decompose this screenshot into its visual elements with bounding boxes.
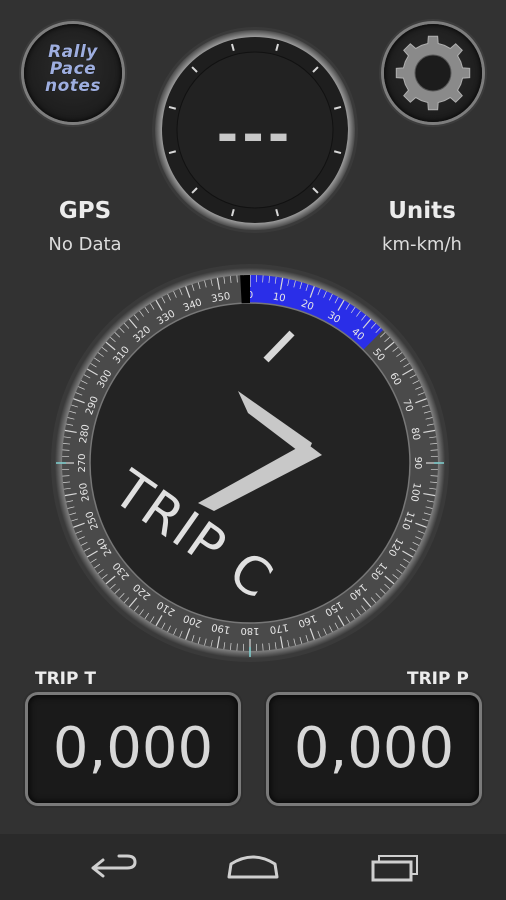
degree-label: 80 (408, 427, 421, 441)
back-icon (91, 854, 137, 878)
degree-label: 270 (77, 453, 88, 472)
trip-t-label: TRIP T (35, 669, 96, 689)
trip-t-value: 0,000 (52, 716, 214, 781)
degree-label: 90 (412, 457, 423, 470)
navigation-bar (0, 834, 506, 900)
home-button[interactable] (203, 834, 303, 900)
gps-label: GPS (58, 198, 112, 224)
degree-label: 180 (240, 625, 259, 636)
trip-p-value: 0,000 (293, 716, 455, 781)
rally-pace-notes-logo: Rally Pace notes (24, 44, 122, 95)
heading-value: --- (216, 105, 294, 165)
trip-p-display[interactable]: 0,000 (269, 695, 479, 803)
home-icon (227, 855, 279, 879)
gear-icon (395, 35, 471, 111)
gps-status: No Data (48, 234, 122, 255)
degree-label: 10 (272, 292, 286, 305)
trip-c-dial[interactable]: 0102030405060708090100110120130140150160… (50, 263, 450, 663)
units-label[interactable]: Units (372, 198, 472, 224)
logo-line-3: notes (44, 76, 102, 96)
trip-p-label: TRIP P (407, 669, 469, 689)
zero-marker (240, 275, 250, 304)
back-button[interactable] (63, 834, 163, 900)
rally-pace-notes-logo-button[interactable]: Rally Pace notes (24, 24, 122, 122)
units-value[interactable]: km-km/h (362, 234, 482, 255)
settings-button[interactable] (384, 24, 482, 122)
trip-t-display[interactable]: 0,000 (28, 695, 238, 803)
recent-apps-button[interactable] (345, 834, 445, 900)
recent-apps-icon (371, 855, 418, 882)
